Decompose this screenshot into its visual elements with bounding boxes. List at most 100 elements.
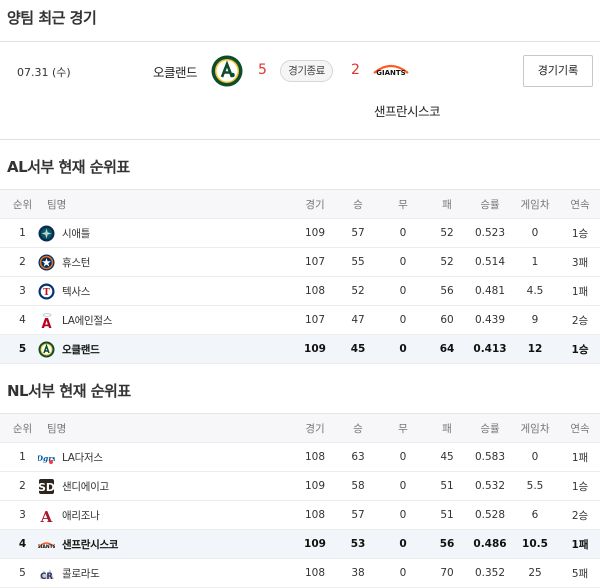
al-west-standings-title: AL서부 현재 순위표 xyxy=(7,158,130,176)
team-name[interactable]: 애리조나 xyxy=(62,508,100,523)
streak-cell: 1패 xyxy=(571,285,589,298)
away-team-name[interactable]: 샌프란시스코 xyxy=(374,101,441,120)
team-cell[interactable]: CR 콜로라도 xyxy=(38,559,218,587)
w-cell: 45 xyxy=(350,343,366,355)
l-cell: 70 xyxy=(440,567,454,579)
column-header-pct: 승률 xyxy=(480,422,500,435)
team-cell[interactable]: A 애리조나 xyxy=(38,501,218,529)
team-cell[interactable]: 시애틀 xyxy=(38,219,218,247)
svg-text:CR: CR xyxy=(40,572,53,582)
team-name[interactable]: 휴스턴 xyxy=(62,255,90,270)
rank-cell: 5 xyxy=(19,567,26,579)
d-cell: 0 xyxy=(399,285,407,297)
astros-logo-icon xyxy=(38,254,55,270)
pct-cell: 0.481 xyxy=(474,285,506,297)
column-header-l: 패 xyxy=(442,422,452,435)
gb-cell: 6 xyxy=(531,509,539,521)
l-cell: 60 xyxy=(440,314,454,326)
padres-logo-icon: SD xyxy=(38,478,55,494)
divider xyxy=(0,139,600,140)
column-header-streak: 연속 xyxy=(570,422,590,435)
home-team-name[interactable]: 오클랜드 xyxy=(153,62,198,81)
column-header-d: 무 xyxy=(398,422,408,435)
l-cell: 51 xyxy=(440,509,454,521)
team-name[interactable]: 시애틀 xyxy=(62,226,90,241)
team-name[interactable]: LA다저스 xyxy=(62,450,103,465)
team-cell[interactable]: Dgrs LA다저스 xyxy=(38,443,218,471)
table-row: 3 A 애리조나 108 57 0 51 0.528 6 2승 xyxy=(0,501,600,530)
game-date: 07.31 (수) xyxy=(17,66,71,79)
g-cell: 107 xyxy=(304,256,326,268)
pct-cell: 0.439 xyxy=(474,314,506,326)
streak-cell: 2승 xyxy=(571,314,589,327)
team-cell[interactable]: 오클랜드 xyxy=(38,335,218,363)
rank-cell: 4 xyxy=(18,538,27,550)
streak-cell: 3패 xyxy=(571,256,589,269)
gb-cell: 5.5 xyxy=(526,480,544,492)
gb-cell: 12 xyxy=(527,343,543,355)
streak-cell: 5패 xyxy=(571,567,589,580)
g-cell: 108 xyxy=(304,509,326,521)
w-cell: 63 xyxy=(351,451,365,463)
table-row: 4 A LA에인절스 107 47 0 60 0.439 9 2승 xyxy=(0,306,600,335)
team-cell[interactable]: SD 샌디에이고 xyxy=(38,472,218,500)
svg-text:A: A xyxy=(41,317,51,329)
gb-cell: 25 xyxy=(528,567,542,579)
rangers-logo-icon: T xyxy=(38,283,55,299)
team-cell[interactable]: T 텍사스 xyxy=(38,277,218,305)
column-header-rank: 순위 xyxy=(12,198,33,211)
g-cell: 109 xyxy=(304,538,326,550)
streak-cell: 2승 xyxy=(571,509,589,522)
streak-cell: 1승 xyxy=(571,480,589,493)
gb-cell: 0 xyxy=(531,227,539,239)
g-cell: 109 xyxy=(304,227,326,239)
d-cell: 0 xyxy=(399,451,407,463)
rank-cell: 3 xyxy=(19,285,26,297)
l-cell: 56 xyxy=(440,285,454,297)
rank-cell: 1 xyxy=(19,227,26,239)
pct-cell: 0.413 xyxy=(473,343,507,355)
team-cell[interactable]: 휴스턴 xyxy=(38,248,218,276)
column-header-streak: 연속 xyxy=(570,198,590,211)
team-cell[interactable]: A LA에인절스 xyxy=(38,306,218,334)
team-name[interactable]: 샌디에이고 xyxy=(62,479,109,494)
rank-cell: 2 xyxy=(19,480,26,492)
table-row: 1 시애틀 109 57 0 52 0.523 0 1승 xyxy=(0,219,600,248)
pct-cell: 0.514 xyxy=(474,256,506,268)
team-name[interactable]: 오클랜드 xyxy=(62,342,100,357)
column-header-l: 패 xyxy=(442,198,452,211)
diamondbacks-logo-icon: A xyxy=(40,508,53,524)
team-name[interactable]: LA에인절스 xyxy=(62,313,112,328)
game-record-button[interactable]: 경기기록 xyxy=(523,55,593,87)
team-name[interactable]: 콜로라도 xyxy=(62,566,100,581)
l-cell: 52 xyxy=(440,227,454,239)
column-header-team: 팀명 xyxy=(47,198,67,211)
rockies-logo-icon: CR xyxy=(40,568,54,582)
svg-text:A: A xyxy=(40,508,53,524)
l-cell: 52 xyxy=(440,256,454,268)
svg-text:GIANTS: GIANTS xyxy=(376,69,405,77)
column-header-w: 승 xyxy=(353,422,363,435)
w-cell: 55 xyxy=(351,256,365,268)
column-header-rank: 순위 xyxy=(12,422,33,435)
rank-cell: 4 xyxy=(19,314,26,326)
w-cell: 58 xyxy=(351,480,365,492)
l-cell: 51 xyxy=(440,480,454,492)
team-cell[interactable]: GIANTS 샌프란시스코 xyxy=(38,530,218,558)
d-cell: 0 xyxy=(399,256,407,268)
team-name[interactable]: 샌프란시스코 xyxy=(62,537,118,552)
team-name[interactable]: 텍사스 xyxy=(62,284,90,299)
athletics-logo-icon xyxy=(211,55,243,87)
w-cell: 52 xyxy=(351,285,365,297)
table-row: 4 GIANTS 샌프란시스코 109 53 0 56 0.486 10.5 1패 xyxy=(0,530,600,559)
d-cell: 0 xyxy=(399,343,407,355)
g-cell: 108 xyxy=(304,451,326,463)
table-row: 3 T 텍사스 108 52 0 56 0.481 4.5 1패 xyxy=(0,277,600,306)
g-cell: 109 xyxy=(304,343,326,355)
g-cell: 108 xyxy=(304,285,326,297)
d-cell: 0 xyxy=(399,567,407,579)
streak-cell: 1승 xyxy=(571,343,589,356)
d-cell: 0 xyxy=(399,538,407,550)
column-header-pct: 승률 xyxy=(480,198,500,211)
column-header-team: 팀명 xyxy=(47,422,67,435)
